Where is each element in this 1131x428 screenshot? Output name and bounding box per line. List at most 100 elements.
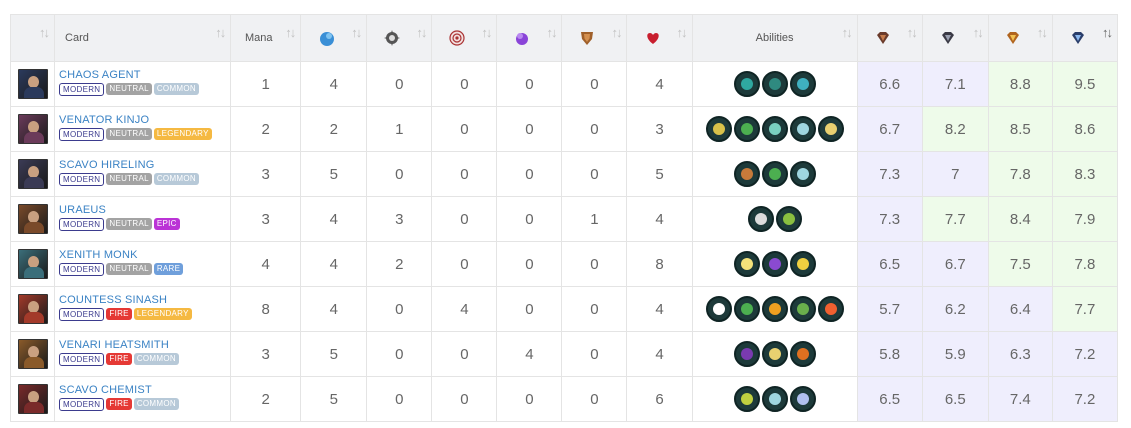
rope-ability-icon[interactable]: [789, 341, 816, 367]
sort-icon[interactable]: ↑↓: [611, 25, 622, 40]
card-thumbnail[interactable]: [17, 384, 48, 414]
swirl-ability-icon[interactable]: [789, 161, 816, 187]
gold-score-cell: 7.4: [987, 376, 1053, 422]
col-header-magic[interactable]: ↑↓: [496, 14, 563, 62]
table-row[interactable]: URAEUS MODERN NEUTRAL EPIC 3 4 3 0 0 1 4 7.3 7.7 8.4 7…: [9, 196, 1119, 242]
card-thumbnail[interactable]: [17, 249, 48, 279]
bird-ability-icon[interactable]: [775, 206, 802, 232]
crown-ability-icon[interactable]: [733, 116, 760, 142]
card-info-cell: SCAVO CHEMIST MODERN FIRE COMMON: [54, 376, 232, 422]
card-name-link[interactable]: COUNTESS SINASH: [59, 294, 230, 306]
diamond-ability-icon[interactable]: [817, 116, 844, 142]
sort-icon[interactable]: ↑↓: [973, 25, 984, 40]
col-header-mana[interactable]: Mana ↑↓: [230, 14, 302, 62]
format-tag: MODERN: [59, 82, 105, 96]
swirl-ability-icon[interactable]: [761, 386, 788, 412]
table-row[interactable]: CHAOS AGENT MODERN NEUTRAL COMMON 1 4 0 0 0 0 4 6.6…: [9, 61, 1119, 107]
mana-cell: 2: [230, 106, 302, 152]
table-row[interactable]: VENARI HEATSMITH MODERN FIRE COMMON 3 5 0 0 4 0 4 5…: [9, 331, 1119, 377]
col-header-card[interactable]: Card ↑↓: [54, 14, 232, 62]
sort-icon[interactable]: ↑↓: [285, 25, 296, 40]
ranged-cell: 0: [431, 61, 498, 107]
bronze-score-cell: 6.6: [856, 61, 923, 107]
col-header-melee[interactable]: ↑↓: [366, 14, 433, 62]
sort-icon[interactable]: ↑↓: [546, 25, 557, 40]
shield-ability-icon[interactable]: [733, 341, 760, 367]
table-row[interactable]: SCAVO HIRELING MODERN NEUTRAL COMMON 3 5 0 0 0 0 5…: [9, 151, 1119, 197]
swirl-glyph: [796, 168, 809, 180]
card-name-link[interactable]: SCAVO HIRELING: [59, 159, 230, 171]
hammer-ability-icon[interactable]: [733, 161, 760, 187]
flask-ability-icon[interactable]: [733, 386, 760, 412]
dodge-ability-icon[interactable]: [789, 71, 816, 97]
card-thumbnail[interactable]: [17, 294, 48, 324]
mask-ability-icon[interactable]: [747, 206, 774, 232]
slash-ability-icon[interactable]: [733, 71, 760, 97]
card-info-cell: VENATOR KINJO MODERN NEUTRAL LEGENDARY: [54, 106, 232, 152]
crown-ability-icon[interactable]: [761, 161, 788, 187]
burst-glyph: [824, 303, 837, 315]
sort-icon[interactable]: ↑↓: [481, 25, 492, 40]
col-header-abilities[interactable]: Abilities ↑↓: [691, 14, 858, 62]
armor-cell: 0: [561, 151, 628, 197]
abilities-cell: [691, 61, 858, 107]
speed-cell: 5: [300, 376, 368, 422]
star-glyph: [712, 123, 725, 135]
card-name-link[interactable]: VENARI HEATSMITH: [59, 339, 230, 351]
table-row[interactable]: SCAVO CHEMIST MODERN FIRE COMMON 2 5 0 0 0 0 6 6.5 6…: [9, 376, 1119, 422]
col-header-health[interactable]: ↑↓: [626, 14, 693, 62]
col-header-gold[interactable]: ↑↓: [987, 14, 1053, 62]
table-row[interactable]: COUNTESS SINASH MODERN FIRE LEGENDARY 8 4 0 4 0 0…: [9, 286, 1119, 332]
card-thumbnail-cell: [9, 196, 56, 242]
wind-ability-icon[interactable]: [789, 386, 816, 412]
sort-icon[interactable]: ↑↓: [907, 25, 918, 40]
sort-icon[interactable]: ↑↓: [677, 25, 688, 40]
card-name-link[interactable]: SCAVO CHEMIST: [59, 384, 230, 396]
burst-ability-icon[interactable]: [817, 296, 844, 322]
slash-dark-ability-icon[interactable]: [761, 71, 788, 97]
card-name-link[interactable]: XENITH MONK: [59, 249, 230, 261]
sort-icon[interactable]: ↑↓: [842, 25, 853, 40]
crown-ability-icon[interactable]: [733, 296, 760, 322]
diamond-ability-icon[interactable]: [761, 341, 788, 367]
magic-cell: 0: [496, 151, 563, 197]
bronze-score-cell: 7.3: [856, 196, 923, 242]
col-header-bronze[interactable]: ↑↓: [856, 14, 923, 62]
ghost-ability-icon[interactable]: [761, 116, 788, 142]
star-ability-icon[interactable]: [705, 116, 732, 142]
mana-cell: 8: [230, 286, 302, 332]
sort-icon[interactable]: ↑↓: [39, 25, 50, 40]
void-ability-icon[interactable]: [761, 251, 788, 277]
card-thumbnail[interactable]: [17, 69, 48, 99]
card-thumbnail[interactable]: [17, 159, 48, 189]
col-header-armor[interactable]: ↑↓: [561, 14, 628, 62]
col-header-speed[interactable]: ↑↓: [300, 14, 368, 62]
leaf-ability-icon[interactable]: [789, 251, 816, 277]
table-row[interactable]: VENATOR KINJO MODERN NEUTRAL LEGENDARY 2 2 1 0 0…: [9, 106, 1119, 152]
card-thumbnail[interactable]: [17, 114, 48, 144]
sort-icon[interactable]: ↑↓: [351, 25, 362, 40]
col-header-diamond[interactable]: ↑↓: [1051, 14, 1119, 62]
bolt-ability-icon[interactable]: [761, 296, 788, 322]
sort-icon[interactable]: ↑↓: [416, 25, 427, 40]
card-thumbnail[interactable]: [17, 339, 48, 369]
skull-ability-icon[interactable]: [789, 296, 816, 322]
table-row[interactable]: XENITH MONK MODERN NEUTRAL RARE 4 4 2 0 0 0 8 6.5 6.…: [9, 241, 1119, 287]
sort-active-icon[interactable]: ↑↓: [1102, 25, 1113, 40]
card-thumbnail[interactable]: [17, 204, 48, 234]
sort-icon[interactable]: ↑↓: [215, 25, 226, 40]
col-header-silver[interactable]: ↑↓: [921, 14, 989, 62]
card-name-link[interactable]: CHAOS AGENT: [59, 69, 230, 81]
card-name-link[interactable]: VENATOR KINJO: [59, 114, 230, 126]
card-name-link[interactable]: URAEUS: [59, 204, 230, 216]
magic-cell: 0: [496, 286, 563, 332]
eye-ability-icon[interactable]: [705, 296, 732, 322]
bronze-score-cell: 6.5: [856, 241, 923, 287]
col-header-ranged[interactable]: ↑↓: [431, 14, 498, 62]
spark-ability-icon[interactable]: [733, 251, 760, 277]
col-header-image[interactable]: ↑↓: [9, 14, 56, 62]
diamond-score-cell: 8.6: [1051, 106, 1119, 152]
swirl-ability-icon[interactable]: [789, 116, 816, 142]
sort-icon[interactable]: ↑↓: [1037, 25, 1048, 40]
card-portrait-body: [23, 312, 44, 323]
